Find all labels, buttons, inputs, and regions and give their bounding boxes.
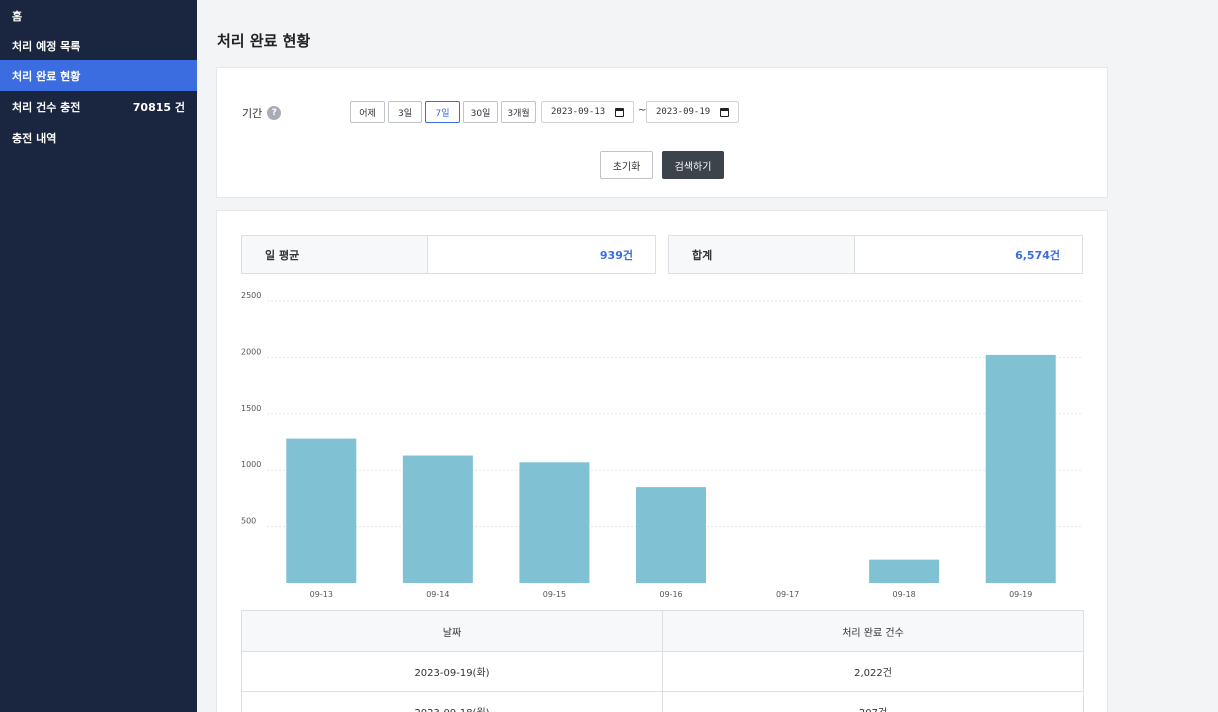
reset-button[interactable]: 초기화 — [600, 151, 653, 179]
bar-09-19[interactable] — [985, 354, 1056, 583]
sidebar-item-label: 처리 완료 현황 — [12, 69, 81, 83]
period-label-text: 기간 — [242, 107, 263, 120]
table-header-count: 처리 완료 건수 — [662, 611, 1083, 651]
table-header-row: 날짜 처리 완료 건수 — [242, 611, 1083, 652]
period-label: 기간 ? — [242, 105, 282, 121]
daily-average-value: 939건 — [599, 248, 633, 262]
sidebar-item-charge-history[interactable]: 충전 내역 — [0, 122, 197, 153]
x-tick-label: 09-18 — [893, 590, 916, 599]
x-tick-label: 09-16 — [659, 590, 682, 599]
date-to-input[interactable]: 2023-09-19 — [646, 101, 739, 123]
x-tick-label: 09-17 — [776, 590, 799, 599]
calendar-icon[interactable] — [615, 108, 624, 117]
table-header-date: 날짜 — [442, 627, 462, 639]
date-from-input[interactable]: 2023-09-13 — [541, 101, 634, 123]
period-yesterday-button[interactable]: 어제 — [350, 101, 385, 123]
sidebar-item-scheduled-list[interactable]: 처리 예정 목록 — [0, 30, 197, 61]
date-from-value: 2023-09-13 — [551, 107, 606, 117]
sidebar-item-charge-count[interactable]: 처리 건수 충전 70815 건 — [0, 91, 197, 122]
total-label: 합계 — [669, 236, 855, 273]
table-row: 2023-09-18(월) 207건 — [242, 692, 1083, 712]
result-card: 일 평균 939건 합계 6,574건 500 1000 1500 2000 2500 0… — [216, 210, 1108, 712]
y-tick-label: 2000 — [241, 347, 261, 356]
page-title: 처리 완료 현황 — [217, 32, 311, 50]
bar-09-15[interactable] — [519, 462, 590, 583]
bar-09-16[interactable] — [636, 487, 706, 583]
main-content: 처리 완료 현황 기간 ? 어제 3일 7일 30일 3개월 2023-09-1… — [197, 0, 1218, 712]
x-tick-label: 09-15 — [543, 590, 566, 599]
sidebar: 홈 처리 예정 목록 처리 완료 현황 처리 건수 충전 70815 건 충전 내… — [0, 0, 197, 712]
y-tick-label: 500 — [241, 517, 256, 526]
y-tick-label: 2500 — [241, 291, 261, 300]
sidebar-item-label: 처리 예정 목록 — [12, 39, 81, 53]
sidebar-item-completed-status[interactable]: 처리 완료 현황 — [0, 60, 197, 91]
period-3days-button[interactable]: 3일 — [388, 101, 422, 123]
bar-chart: 500 1000 1500 2000 2500 09-13 09-14 09-15 09-16 0… — [241, 291, 1083, 599]
table-cell-date: 2023-09-19(화) — [414, 668, 490, 679]
calendar-icon[interactable] — [720, 108, 729, 117]
filter-card: 기간 ? 어제 3일 7일 30일 3개월 2023-09-13 ~ 2023-… — [216, 67, 1108, 198]
date-to-value: 2023-09-19 — [656, 107, 711, 117]
table-cell-count: 207건 — [662, 692, 1083, 712]
y-tick-label: 1000 — [241, 460, 261, 469]
search-button[interactable]: 검색하기 — [662, 151, 724, 179]
table-cell-date: 2023-09-18(월) — [242, 692, 662, 712]
help-icon[interactable]: ? — [267, 106, 282, 120]
table-cell-count: 2,022건 — [662, 652, 1083, 691]
period-30days-button[interactable]: 30일 — [463, 101, 498, 123]
sidebar-item-label: 충전 내역 — [12, 131, 57, 145]
total-value: 6,574건 — [1015, 248, 1060, 262]
daily-average-box: 일 평균 939건 — [241, 235, 656, 274]
bar-09-13[interactable] — [286, 438, 357, 583]
y-tick-label: 1500 — [241, 404, 261, 413]
sidebar-item-home[interactable]: 홈 — [0, 0, 197, 31]
table-row: 2023-09-19(화) 2,022건 — [242, 652, 1083, 692]
daily-table: 날짜 처리 완료 건수 2023-09-19(화) 2,022건 2023-09… — [241, 610, 1084, 712]
period-7days-button[interactable]: 7일 — [425, 101, 460, 123]
total-box: 합계 6,574건 — [668, 235, 1083, 274]
sidebar-item-label: 홈 — [12, 9, 23, 23]
x-tick-label: 09-14 — [426, 590, 449, 599]
period-3months-button[interactable]: 3개월 — [501, 101, 536, 123]
x-tick-label: 09-19 — [1009, 590, 1032, 599]
x-tick-label: 09-13 — [310, 590, 333, 599]
remaining-count: 70815 건 — [132, 100, 185, 114]
daily-average-label: 일 평균 — [242, 236, 428, 273]
sidebar-item-label: 처리 건수 충전 — [12, 100, 81, 114]
bar-09-18[interactable] — [869, 559, 940, 583]
bar-09-14[interactable] — [402, 455, 473, 583]
